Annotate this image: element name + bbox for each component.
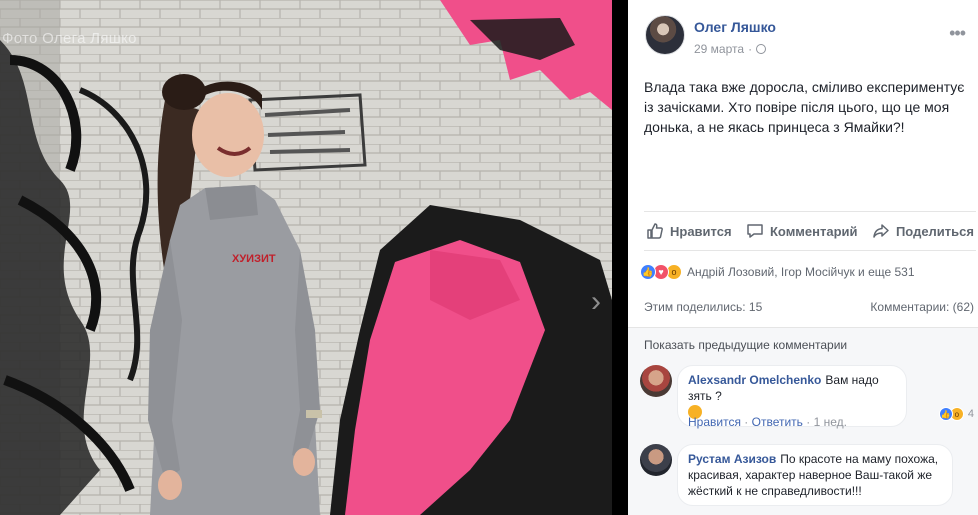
comment-item: Alexsandr Omelchenko Вам надо зять ? 👍 o … (640, 365, 974, 445)
like-icon: 👍 (938, 407, 953, 421)
commenter-avatar[interactable] (640, 365, 672, 397)
post-text: Влада така вже доросла, сміливо експерим… (644, 79, 965, 135)
share-button[interactable]: Поделиться (870, 222, 976, 240)
share-icon (873, 224, 889, 238)
comment-reply-link[interactable]: Ответить (752, 415, 803, 429)
post-menu-icon[interactable]: ••• (949, 23, 966, 44)
like-icon[interactable]: 👍 (640, 264, 656, 280)
reaction-names[interactable]: Андрій Лозовий, Ігор Мосійчук и еще 531 (687, 265, 915, 279)
commenter-avatar[interactable] (640, 444, 672, 476)
post-actions: Нравится Комментарий Поделиться (644, 211, 976, 251)
comment-button[interactable]: Комментарий (744, 222, 860, 240)
shares-count[interactable]: Этим поделились: 15 (644, 300, 762, 318)
comments-section: Показать предыдущие комментарии Alexsand… (628, 327, 978, 515)
post-header: Олег Ляшко 29 марта · ••• (645, 15, 966, 59)
like-label: Нравится (670, 223, 732, 239)
comment-reactions[interactable]: 👍 o 4 (938, 407, 974, 421)
commenter-name[interactable]: Рустам Азизов (688, 452, 776, 466)
comment-actions: Нравится · Ответить · 1 нед. (688, 415, 847, 429)
photo-watermark: Фото Олега Ляшко (2, 30, 137, 47)
commenter-name[interactable]: Alexsandr Omelchenko (688, 373, 821, 387)
comment-item: Рустам Азизов По красоте на маму похожа, … (640, 444, 970, 515)
comment-like-link[interactable]: Нравится (688, 415, 741, 429)
post-panel: Олег Ляшко 29 марта · ••• Влада така вже … (628, 0, 978, 515)
like-button[interactable]: Нравится (644, 222, 734, 240)
comment-label: Комментарий (769, 223, 858, 239)
show-previous-comments-link[interactable]: Показать предыдущие комментарии (644, 338, 847, 352)
photo-image: ХУИЗИТ (0, 0, 612, 515)
comment-time[interactable]: 1 нед. (814, 415, 847, 429)
action-separator: · (806, 415, 811, 429)
post-meta: 29 марта · (694, 42, 767, 56)
shirt-text: ХУИЗИТ (232, 253, 276, 265)
reactions-summary: 👍 ♥ o Андрій Лозовий, Ігор Мосійчук и ещ… (640, 262, 970, 282)
post-stats: Этим поделились: 15 Комментарии: (62) (644, 300, 974, 318)
comment-reaction-count: 4 (967, 408, 974, 420)
thumbs-up-icon (647, 223, 663, 239)
share-label: Поделиться (895, 223, 974, 239)
comment-icon (747, 224, 763, 238)
post-photo[interactable]: ХУИЗИТ Фото Олега Ляшко › (0, 0, 612, 515)
comments-count[interactable]: Комментарии: (62) (870, 300, 974, 318)
post-date[interactable]: 29 марта (694, 42, 744, 56)
author-avatar[interactable] (645, 15, 685, 55)
comment-bubble: Рустам Азизов По красоте на маму похожа, … (677, 444, 953, 506)
meta-separator: · (748, 42, 753, 56)
next-photo-arrow[interactable]: › (584, 284, 608, 320)
author-name[interactable]: Олег Ляшко (694, 19, 776, 35)
action-separator: · (744, 415, 749, 429)
globe-icon (756, 44, 767, 54)
